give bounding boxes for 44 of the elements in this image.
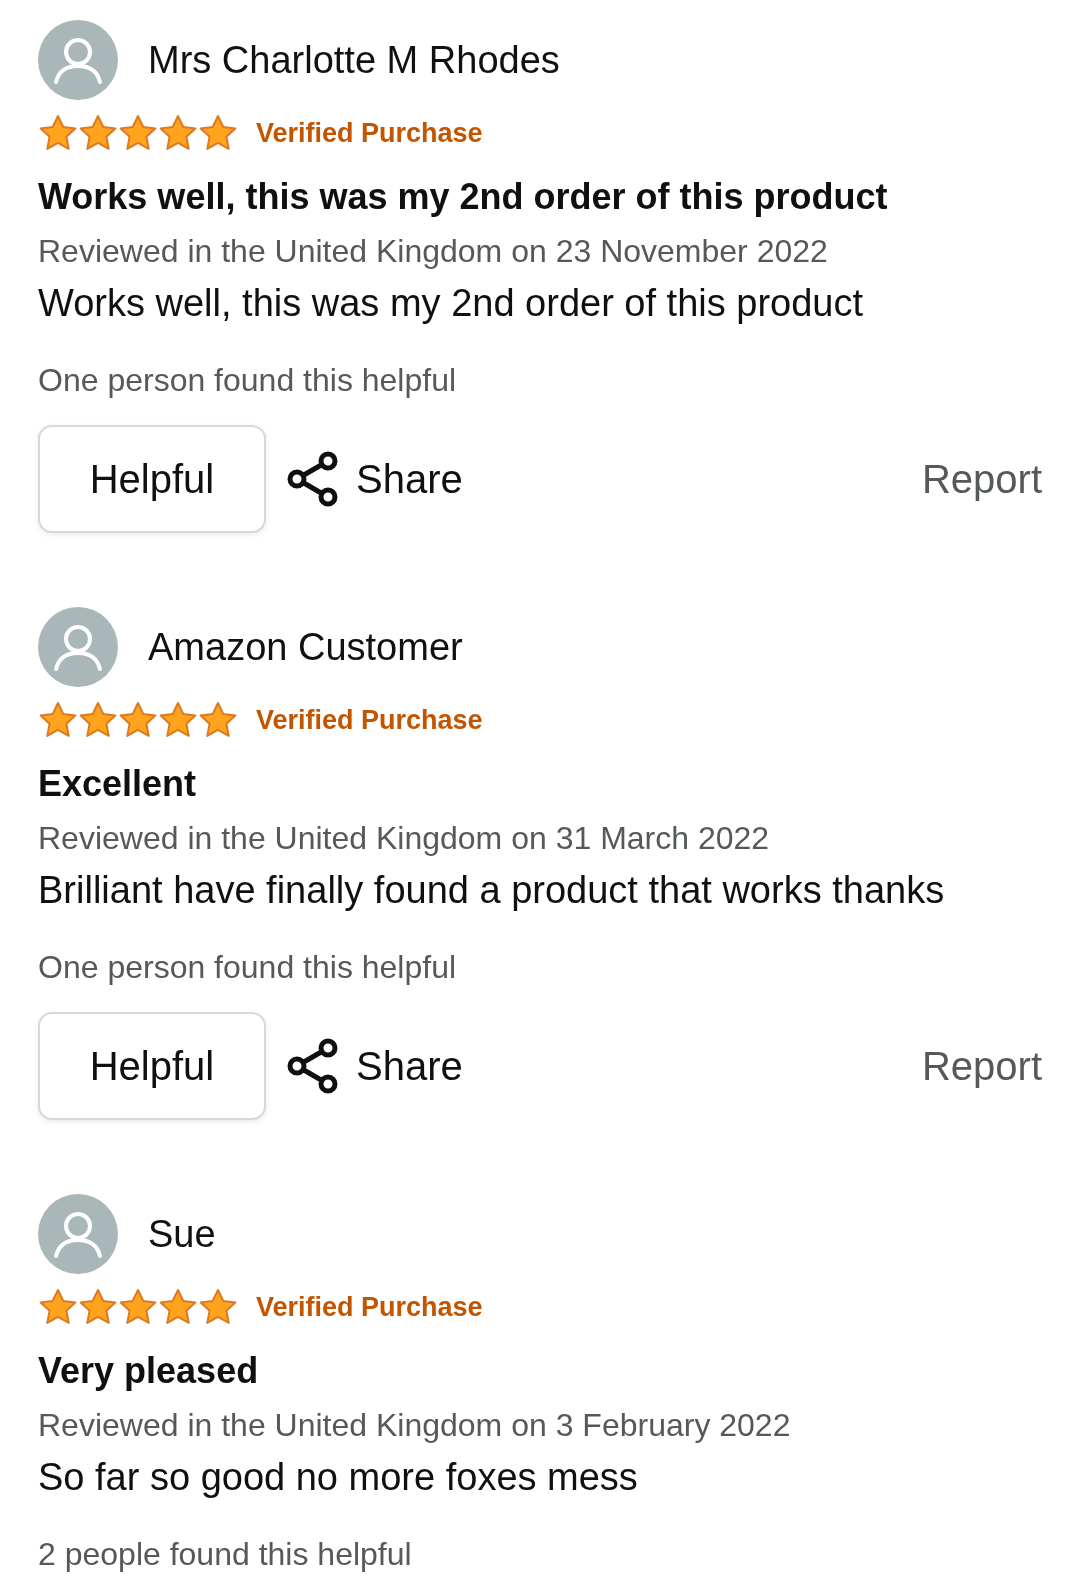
reviewer-name: Sue: [148, 1211, 216, 1257]
review-title: Works well, this was my 2nd order of this product: [38, 175, 889, 219]
star-icon: [78, 1288, 118, 1326]
avatar-icon: [38, 607, 118, 687]
star-icon: [78, 701, 118, 739]
avatar-icon: [38, 20, 118, 100]
verified-purchase-label: Verified Purchase: [256, 116, 483, 150]
review-title: Very pleased: [38, 1349, 260, 1393]
star-icon: [118, 701, 158, 739]
star-icon: [158, 701, 198, 739]
helpful-count: One person found this helpful: [38, 948, 458, 987]
star-icon: [38, 701, 78, 739]
helpful-button[interactable]: Helpful: [38, 425, 266, 533]
star-icon: [198, 1288, 238, 1326]
star-icon: [38, 1288, 78, 1326]
reviewer-name: Mrs Charlotte M Rhodes: [148, 37, 560, 83]
star-icon: [118, 1288, 158, 1326]
star-icon: [198, 114, 238, 152]
review-text: Works well, this was my 2nd order of this product: [38, 281, 865, 326]
share-button[interactable]: Share: [286, 449, 463, 509]
star-icon: [158, 114, 198, 152]
review-text: So far so good no more foxes mess: [38, 1455, 639, 1500]
verified-purchase-label: Verified Purchase: [256, 1290, 483, 1324]
report-link[interactable]: Report: [921, 1036, 1042, 1096]
star-icon: [78, 114, 118, 152]
review-text: Brilliant have finally found a product that works thanks: [38, 868, 946, 913]
helpful-count: One person found this helpful: [38, 361, 458, 400]
verified-purchase-label: Verified Purchase: [256, 703, 483, 737]
reviewer-name: Amazon Customer: [148, 624, 463, 670]
review-title: Excellent: [38, 762, 198, 806]
review-date: Reviewed in the United Kingdom on 3 February 2022: [38, 1406, 792, 1445]
share-icon: [286, 451, 340, 507]
helpful-count: 2 people found this helpful: [38, 1535, 413, 1574]
review-date: Reviewed in the United Kingdom on 23 November 2022: [38, 232, 829, 271]
share-icon: [286, 1038, 340, 1094]
star-icon: [118, 114, 158, 152]
review-date: Reviewed in the United Kingdom on 31 March 2022: [38, 819, 771, 858]
helpful-button[interactable]: Helpful: [38, 1012, 266, 1120]
star-icon: [38, 114, 78, 152]
star-icon: [198, 701, 238, 739]
avatar-icon: [38, 1194, 118, 1274]
share-button[interactable]: Share: [286, 1036, 463, 1096]
star-icon: [158, 1288, 198, 1326]
report-link[interactable]: Report: [921, 449, 1042, 509]
